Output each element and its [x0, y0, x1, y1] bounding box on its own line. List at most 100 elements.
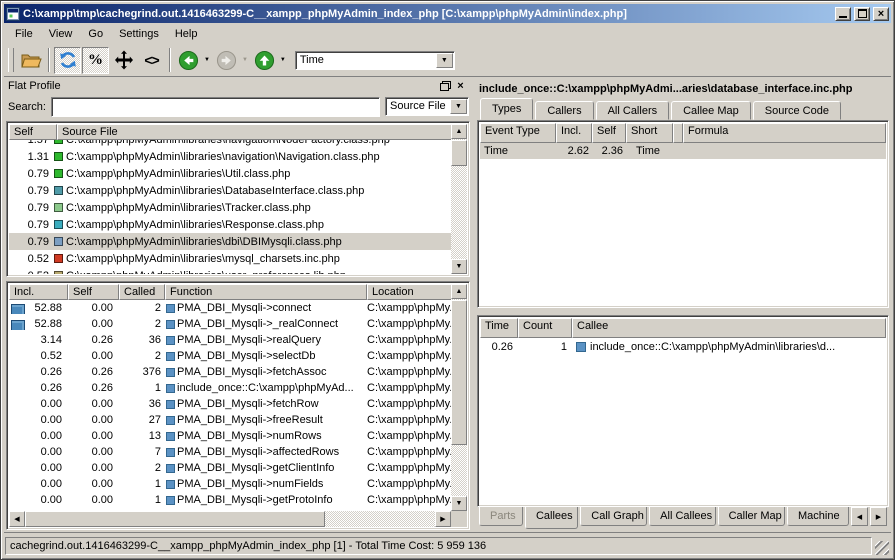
- column-header-incl[interactable]: Incl.: [556, 123, 592, 143]
- column-header-called[interactable]: Called: [119, 284, 165, 300]
- tab-callees[interactable]: Callees: [525, 507, 578, 529]
- tab-caller-map[interactable]: Caller Map: [718, 507, 785, 526]
- function-row[interactable]: 0.00 0.00 13 PMA_DBI_Mysqli->numRows C:\…: [9, 428, 451, 444]
- source-list-vscrollbar[interactable]: ▲ ▼: [451, 124, 467, 274]
- toolbar-grip[interactable]: [8, 48, 14, 72]
- tab-call-graph[interactable]: Call Graph: [580, 507, 647, 526]
- scrollbar-thumb[interactable]: [25, 511, 325, 527]
- tab-types[interactable]: Types: [480, 98, 533, 120]
- tab-callers[interactable]: Callers: [535, 101, 593, 120]
- combo-arrow-button[interactable]: ▼: [436, 53, 453, 68]
- scroll-right-button[interactable]: ▶: [435, 511, 451, 527]
- function-row[interactable]: 0.00 0.00 1 PMA_DBI_Mysqli->getProtoInfo…: [9, 492, 451, 508]
- forward-dropdown-icon[interactable]: ▼: [242, 57, 248, 63]
- tab-scroll-right-button[interactable]: ▶: [870, 507, 887, 526]
- close-button[interactable]: ×: [873, 7, 889, 21]
- column-header-incl[interactable]: Incl.: [9, 284, 68, 300]
- function-row[interactable]: 0.26 0.26 1 include_once::C:\xampp\phpMy…: [9, 380, 451, 396]
- function-name: PMA_DBI_Mysqli->realQuery: [177, 334, 321, 346]
- event-type-combo[interactable]: Time ▼: [295, 51, 455, 70]
- source-file-row[interactable]: 1.31 C:\xampp\phpMyAdmin\libraries\navig…: [9, 148, 451, 165]
- tab-all-callers[interactable]: All Callers: [596, 101, 670, 120]
- tab-machine-code[interactable]: Machine: [787, 507, 849, 526]
- column-header-source-file[interactable]: Source File: [57, 124, 452, 140]
- source-file-row[interactable]: 0.79 C:\xampp\phpMyAdmin\libraries\Respo…: [9, 216, 451, 233]
- shorten-templates-button[interactable]: <>: [138, 47, 165, 74]
- function-row[interactable]: 0.00 0.00 36 PMA_DBI_Mysqli->fetchRow C:…: [9, 396, 451, 412]
- combo-arrow-button[interactable]: ▼: [450, 99, 467, 114]
- scroll-down-button[interactable]: ▼: [451, 496, 467, 511]
- column-header-time[interactable]: Time: [480, 318, 518, 338]
- column-header-function[interactable]: Function: [165, 284, 367, 300]
- dock-float-button[interactable]: [438, 79, 453, 93]
- scrollbar-thumb[interactable]: [451, 140, 467, 166]
- source-file-row[interactable]: 0.79 C:\xampp\phpMyAdmin\libraries\Track…: [9, 199, 451, 216]
- function-table-hscrollbar[interactable]: ◀ ▶: [9, 511, 451, 527]
- open-file-button[interactable]: [17, 47, 44, 74]
- function-row[interactable]: 0.00 0.00 27 PMA_DBI_Mysqli->freeResult …: [9, 412, 451, 428]
- column-header-callee[interactable]: Callee: [572, 318, 886, 338]
- up-dropdown-icon[interactable]: ▼: [280, 57, 286, 63]
- column-header-formula[interactable]: Formula: [683, 123, 886, 143]
- up-button[interactable]: [251, 47, 278, 74]
- dock-close-button[interactable]: ×: [453, 79, 468, 93]
- panel-splitter[interactable]: [471, 77, 476, 532]
- event-type-row-selected[interactable]: Time 2.62 2.36 Time: [480, 143, 886, 159]
- column-header-short[interactable]: Short: [626, 123, 673, 143]
- scroll-down-button[interactable]: ▼: [451, 259, 467, 274]
- menu-go[interactable]: Go: [80, 25, 111, 43]
- scroll-up-button[interactable]: ▲: [451, 284, 467, 299]
- tab-source-code[interactable]: Source Code: [753, 101, 841, 120]
- menu-settings[interactable]: Settings: [111, 25, 167, 43]
- source-file-row[interactable]: 0.79 C:\xampp\phpMyAdmin\libraries\Datab…: [9, 182, 451, 199]
- scroll-up-button[interactable]: ▲: [451, 124, 467, 139]
- menu-bar: File View Go Settings Help: [4, 23, 891, 44]
- tab-parts[interactable]: Parts: [479, 507, 523, 526]
- scrollbar-thumb[interactable]: [451, 300, 467, 445]
- callee-row[interactable]: 0.26 1 include_once::C:\xampp\phpMyAdmin…: [480, 338, 886, 355]
- scroll-left-button[interactable]: ◀: [9, 511, 25, 527]
- function-row[interactable]: 0.26 0.26 376 PMA_DBI_Mysqli->fetchAssoc…: [9, 364, 451, 380]
- relative-to-parent-button[interactable]: [110, 47, 137, 74]
- cycle-detection-button[interactable]: [54, 47, 81, 74]
- function-row[interactable]: 0.00 0.00 7 PMA_DBI_Mysqli->affectedRows…: [9, 444, 451, 460]
- resize-grip[interactable]: [875, 541, 889, 555]
- tab-scroll-left-button[interactable]: ◀: [851, 507, 868, 526]
- source-file-row-selected[interactable]: 0.79 C:\xampp\phpMyAdmin\libraries\dbi\D…: [9, 233, 451, 250]
- function-row[interactable]: 52.88 0.00 2 PMA_DBI_Mysqli->_realConnec…: [9, 316, 451, 332]
- flat-profile-dock: Flat Profile × Search: Source File ▼ Sel…: [6, 78, 470, 530]
- forward-button[interactable]: [213, 47, 240, 74]
- function-table-vscrollbar[interactable]: ▲ ▼: [451, 284, 467, 511]
- source-file-row[interactable]: 0.52 C:\xampp\phpMyAdmin\libraries\user_…: [9, 267, 451, 274]
- source-file-row[interactable]: 0.79 C:\xampp\phpMyAdmin\libraries\Util.…: [9, 165, 451, 182]
- menu-help[interactable]: Help: [167, 25, 206, 43]
- function-row[interactable]: 52.88 0.00 2 PMA_DBI_Mysqli->connect C:\…: [9, 300, 451, 316]
- column-header-self[interactable]: Self: [68, 284, 119, 300]
- column-header-location[interactable]: Location: [367, 284, 452, 300]
- tab-all-callees[interactable]: All Callees: [649, 507, 715, 526]
- called-value: 36: [119, 334, 165, 346]
- minimize-button[interactable]: [835, 7, 851, 21]
- menu-view[interactable]: View: [41, 25, 81, 43]
- tab-callee-map[interactable]: Callee Map: [671, 101, 751, 120]
- back-button[interactable]: [175, 47, 202, 74]
- column-header-event-type[interactable]: Event Type: [480, 123, 556, 143]
- search-input[interactable]: [51, 97, 380, 117]
- column-header-self[interactable]: Self: [9, 124, 57, 140]
- dock-title-bar[interactable]: Flat Profile ×: [6, 78, 470, 94]
- close-icon: ×: [878, 9, 884, 19]
- function-row[interactable]: 0.00 0.00 2 PMA_DBI_Mysqli->getClientInf…: [9, 460, 451, 476]
- back-dropdown-icon[interactable]: ▼: [204, 57, 210, 63]
- function-row[interactable]: 0.00 0.00 1 PMA_DBI_Mysqli->numFields C:…: [9, 476, 451, 492]
- function-row[interactable]: 0.52 0.00 2 PMA_DBI_Mysqli->selectDb C:\…: [9, 348, 451, 364]
- menu-file[interactable]: File: [7, 25, 41, 43]
- source-file-row[interactable]: 0.52 C:\xampp\phpMyAdmin\libraries\mysql…: [9, 250, 451, 267]
- group-by-combo[interactable]: Source File ▼: [385, 97, 469, 116]
- column-header-count[interactable]: Count: [518, 318, 572, 338]
- column-header-self[interactable]: Self: [592, 123, 626, 143]
- title-bar[interactable]: C:\xampp\tmp\cachegrind.out.1416463299-C…: [4, 4, 891, 23]
- relative-percent-button[interactable]: %: [82, 47, 109, 74]
- maximize-button[interactable]: [854, 7, 870, 21]
- function-row[interactable]: 3.14 0.26 36 PMA_DBI_Mysqli->realQuery C…: [9, 332, 451, 348]
- source-file-row[interactable]: 1.57 C:\xampp\phpMyAdmin\libraries\navig…: [9, 140, 451, 148]
